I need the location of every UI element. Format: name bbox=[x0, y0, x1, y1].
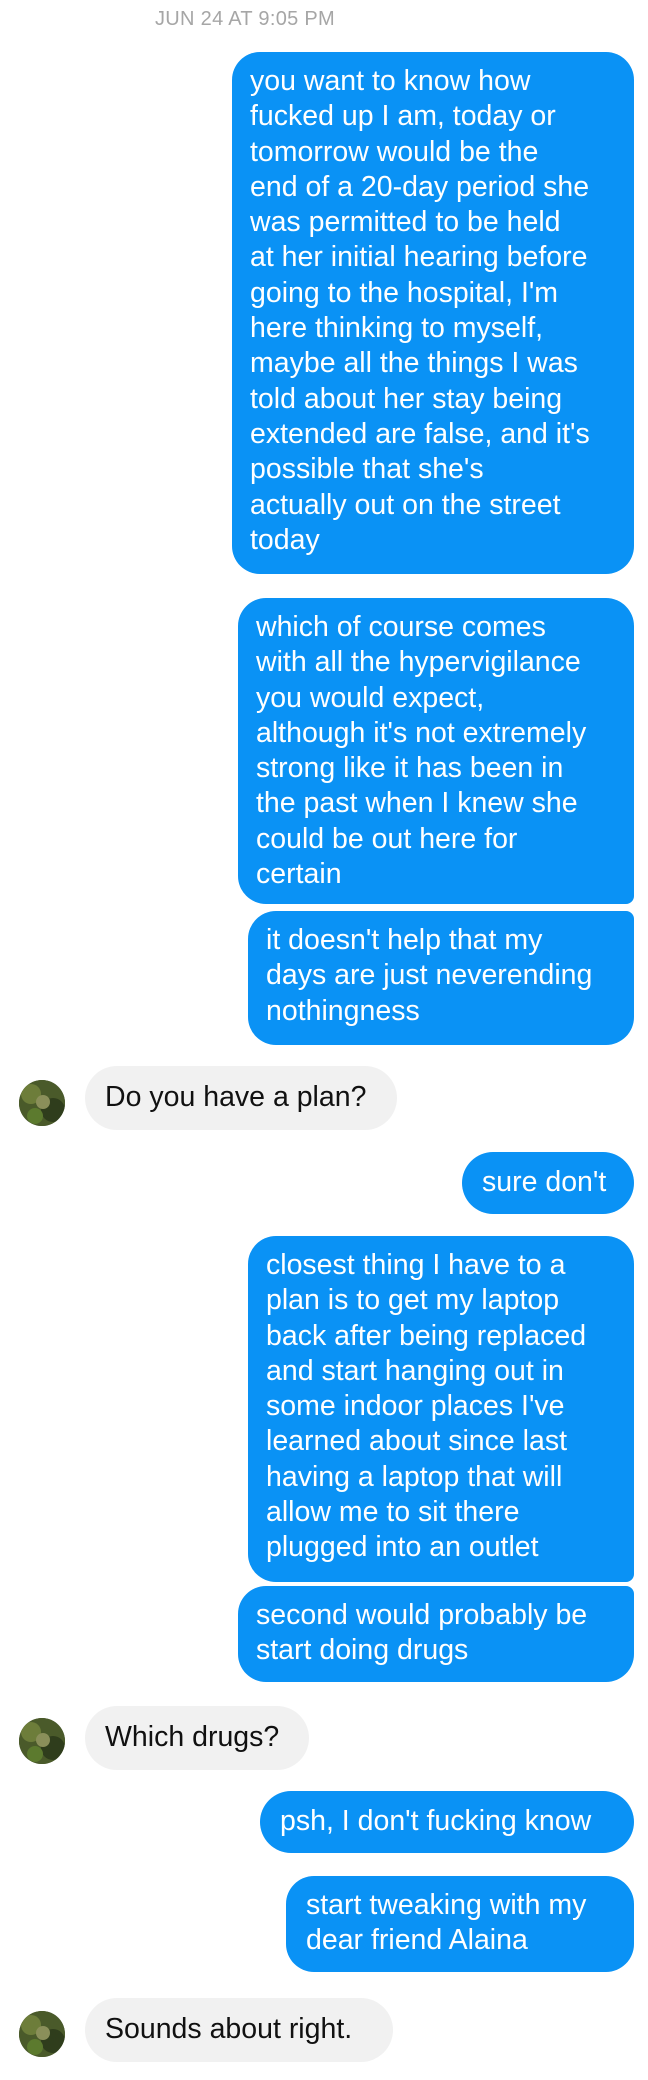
sent-message-bubble[interactable]: second would probably be start doing dru… bbox=[238, 1586, 634, 1682]
avatar-photo-icon bbox=[19, 2011, 65, 2057]
received-message-bubble[interactable]: Which drugs? bbox=[85, 1706, 309, 1770]
avatar-photo-icon bbox=[19, 1718, 65, 1764]
avatar-photo-icon bbox=[19, 1080, 65, 1126]
sent-message-bubble[interactable]: it doesn't help that my days are just ne… bbox=[248, 911, 634, 1045]
sent-message-bubble[interactable]: closest thing I have to a plan is to get… bbox=[248, 1236, 634, 1582]
sent-message-bubble[interactable]: start tweaking with my dear friend Alain… bbox=[286, 1876, 634, 1972]
sent-message-bubble[interactable]: psh, I don't fucking know bbox=[260, 1791, 634, 1853]
received-message-bubble[interactable]: Sounds about right. bbox=[85, 1998, 393, 2062]
sent-message-bubble[interactable]: sure don't bbox=[462, 1152, 634, 1214]
message-timestamp: JUN 24 AT 9:05 PM bbox=[155, 8, 335, 30]
sent-message-bubble[interactable]: you want to know how fucked up I am, tod… bbox=[232, 52, 634, 574]
contact-avatar[interactable] bbox=[19, 1718, 65, 1764]
sent-message-bubble[interactable]: which of course comes with all the hyper… bbox=[238, 598, 634, 904]
received-message-bubble[interactable]: Do you have a plan? bbox=[85, 1066, 397, 1130]
contact-avatar[interactable] bbox=[19, 2011, 65, 2057]
contact-avatar[interactable] bbox=[19, 1080, 65, 1126]
